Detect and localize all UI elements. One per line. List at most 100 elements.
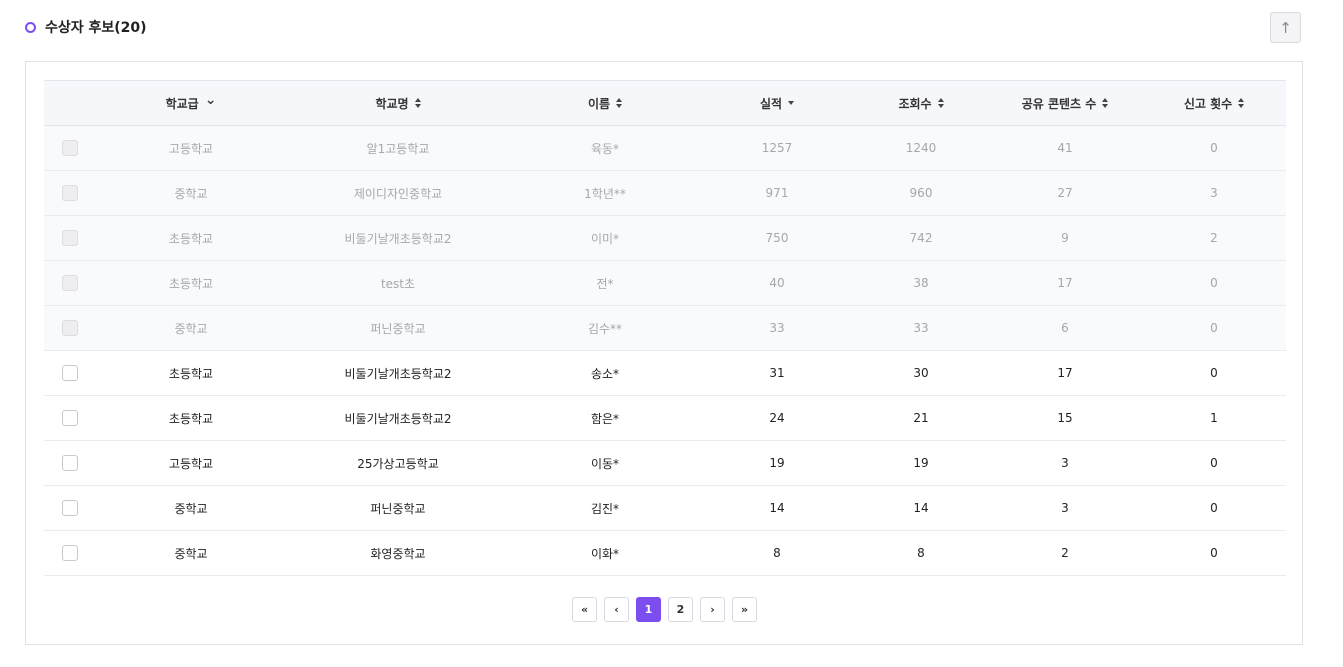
table-cell: 퍼닌중학교 — [286, 485, 510, 531]
table-cell: 2 — [988, 530, 1142, 576]
table-cell: 함은* — [510, 395, 700, 441]
sortable-header[interactable]: 조회수 — [898, 95, 944, 112]
column-header[interactable]: 학교명 — [286, 80, 510, 126]
table-cell: 25가상고등학교 — [286, 440, 510, 486]
table-cell: 제이디자인중학교 — [286, 170, 510, 216]
table-cell: 14 — [854, 485, 988, 531]
header-checkbox-cell — [44, 80, 96, 126]
next-page-button[interactable]: › — [700, 597, 725, 622]
row-checkbox[interactable] — [62, 410, 78, 426]
table-cell: 971 — [700, 170, 854, 216]
table-cell: 퍼닌중학교 — [286, 305, 510, 351]
column-header-label: 학교급 — [165, 96, 199, 111]
sort-icon — [937, 98, 944, 108]
table-cell: 육동* — [510, 125, 700, 171]
section-title: 수상자 후보(20) — [45, 20, 147, 36]
table-cell: 김진* — [510, 485, 700, 531]
row-checkbox[interactable] — [62, 500, 78, 516]
column-header[interactable]: 공유 콘텐츠 수 — [988, 80, 1142, 126]
sortable-header[interactable]: 이름 — [587, 95, 623, 112]
table-cell: 이미* — [510, 215, 700, 261]
table-cell: 38 — [854, 260, 988, 306]
table-cell: 0 — [1142, 485, 1286, 531]
column-header-label: 신고 횟수 — [1183, 96, 1233, 111]
table-row: 초등학교 비둘기날개초등학교2 이미* 750 742 9 2 — [44, 215, 1286, 261]
column-header-label: 실적 — [759, 96, 783, 111]
arrow-up-icon: ↑ — [1279, 18, 1292, 37]
table-cell: 24 — [700, 395, 854, 441]
table-cell: 고등학교 — [96, 440, 286, 486]
sortable-header[interactable]: 실적 — [759, 95, 795, 112]
table-cell: 15 — [988, 395, 1142, 441]
section-header: 수상자 후보(20) — [25, 12, 147, 42]
candidates-panel: 학교급 ⌄ 학교명 이름 실적 조회수 공유 콘텐츠 수 신고 횟수 고등학교 알1고등학교 육동… — [25, 61, 1303, 645]
chevron-left-icon: ‹ — [614, 603, 619, 616]
candidates-table: 학교급 ⌄ 학교명 이름 실적 조회수 공유 콘텐츠 수 신고 횟수 고등학교 알1고등학교 육동… — [44, 80, 1286, 576]
table-cell: 전* — [510, 260, 700, 306]
row-checkbox[interactable] — [62, 545, 78, 561]
column-header[interactable]: 학교급 ⌄ — [96, 80, 286, 126]
scroll-to-top-button[interactable]: ↑ — [1270, 12, 1301, 43]
table-cell: 알1고등학교 — [286, 125, 510, 171]
table-cell: 초등학교 — [96, 350, 286, 396]
column-header[interactable]: 이름 — [510, 80, 700, 126]
row-checkbox[interactable] — [62, 455, 78, 471]
table-row: 고등학교 25가상고등학교 이동* 19 19 3 0 — [44, 440, 1286, 486]
table-cell: 0 — [1142, 260, 1286, 306]
table-cell: 1257 — [700, 125, 854, 171]
table-cell: 1240 — [854, 125, 988, 171]
row-checkbox-cell — [44, 530, 96, 576]
table-cell: 0 — [1142, 350, 1286, 396]
page-button[interactable]: 1 — [636, 597, 661, 622]
last-page-button[interactable]: » — [732, 597, 757, 622]
table-cell: 31 — [700, 350, 854, 396]
column-header[interactable]: 신고 횟수 — [1142, 80, 1286, 126]
page-button[interactable]: 2 — [668, 597, 693, 622]
column-header[interactable]: 실적 — [700, 80, 854, 126]
row-checkbox — [62, 275, 78, 291]
table-cell: 14 — [700, 485, 854, 531]
sortable-header[interactable]: 공유 콘텐츠 수 — [1022, 95, 1109, 112]
row-checkbox-cell — [44, 305, 96, 351]
table-cell: 3 — [1142, 170, 1286, 216]
table-cell: 17 — [988, 350, 1142, 396]
table-cell: 0 — [1142, 440, 1286, 486]
table-cell: 비둘기날개초등학교2 — [286, 215, 510, 261]
table-row: 중학교 퍼닌중학교 김진* 14 14 3 0 — [44, 485, 1286, 531]
table-cell: 초등학교 — [96, 215, 286, 261]
table-header-row: 학교급 ⌄ 학교명 이름 실적 조회수 공유 콘텐츠 수 신고 횟수 — [44, 80, 1286, 126]
table-cell: 9 — [988, 215, 1142, 261]
sortable-header[interactable]: 학교급 ⌄ — [165, 92, 217, 112]
column-header[interactable]: 조회수 — [854, 80, 988, 126]
row-checkbox — [62, 230, 78, 246]
table-cell: 중학교 — [96, 170, 286, 216]
chevron-down-icon: ⌄ — [204, 92, 217, 108]
row-checkbox — [62, 320, 78, 336]
row-checkbox[interactable] — [62, 365, 78, 381]
prev-page-button[interactable]: ‹ — [604, 597, 629, 622]
table-cell: 19 — [700, 440, 854, 486]
column-header-label: 이름 — [587, 96, 611, 111]
table-cell: 이화* — [510, 530, 700, 576]
table-cell: 초등학교 — [96, 260, 286, 306]
table-cell: 33 — [700, 305, 854, 351]
table-cell: 8 — [700, 530, 854, 576]
double-chevron-right-icon: » — [740, 603, 749, 616]
table-cell: 21 — [854, 395, 988, 441]
first-page-button[interactable]: « — [572, 597, 597, 622]
table-cell: 0 — [1142, 530, 1286, 576]
sortable-header[interactable]: 신고 횟수 — [1183, 95, 1245, 112]
sortable-header[interactable]: 학교명 — [375, 95, 421, 112]
double-chevron-left-icon: « — [580, 603, 589, 616]
table-cell: 27 — [988, 170, 1142, 216]
table-cell: 3 — [988, 440, 1142, 486]
sort-icon — [414, 98, 421, 108]
table-cell: 김수** — [510, 305, 700, 351]
table-cell: 750 — [700, 215, 854, 261]
table-cell: 비둘기날개초등학교2 — [286, 350, 510, 396]
sort-desc-icon — [788, 101, 795, 105]
row-checkbox-cell — [44, 260, 96, 306]
table-cell: 0 — [1142, 305, 1286, 351]
table-row: 초등학교 test초 전* 40 38 17 0 — [44, 260, 1286, 306]
table-cell: 고등학교 — [96, 125, 286, 171]
